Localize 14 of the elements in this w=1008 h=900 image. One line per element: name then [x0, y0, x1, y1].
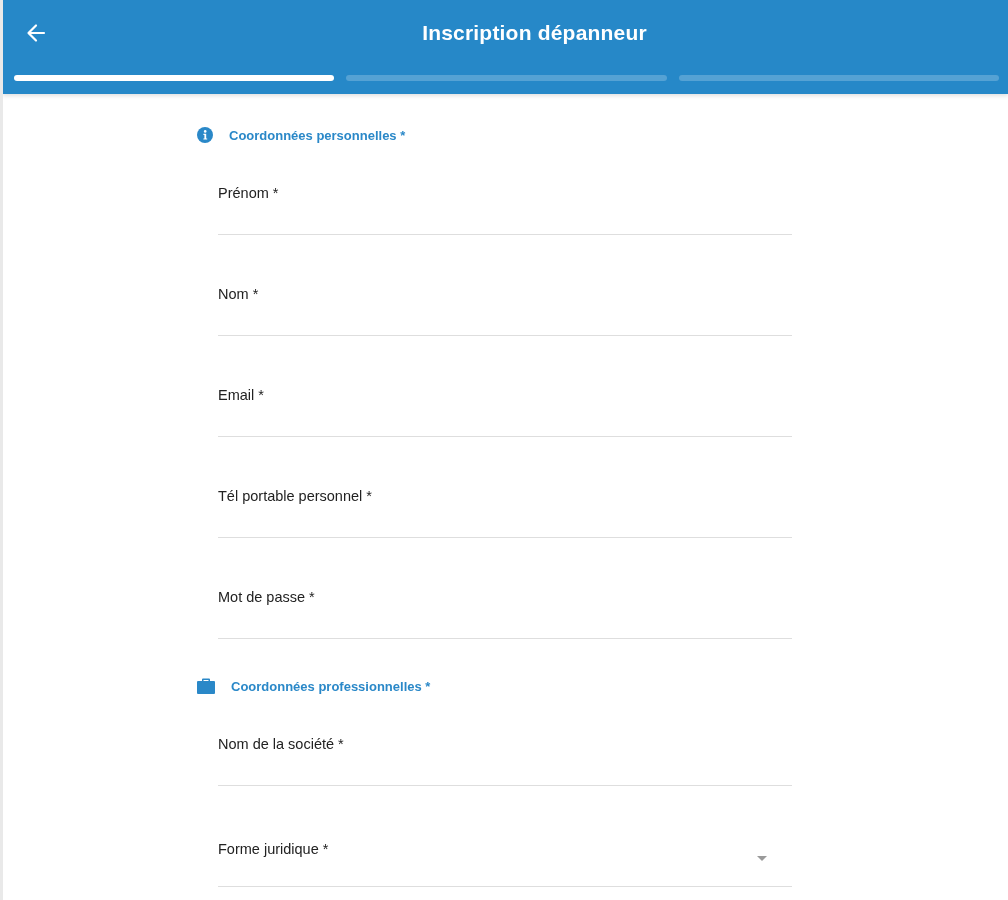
- page-title: Inscription dépanneur: [422, 21, 647, 45]
- info-icon: [197, 127, 213, 143]
- briefcase-icon: [197, 678, 215, 694]
- section-heading: Coordonnées personnelles *: [229, 127, 406, 143]
- text-field[interactable]: Nom *: [218, 279, 792, 336]
- dropdown-field[interactable]: Forme juridique *: [218, 830, 792, 887]
- text-field[interactable]: Tél portable personnel *: [218, 481, 792, 538]
- text-field[interactable]: Nom de la société *: [218, 729, 792, 786]
- text-field[interactable]: Prénom *: [218, 178, 792, 235]
- caret-icon: [757, 856, 767, 861]
- section-heading: Coordonnées professionnelles *: [231, 678, 431, 694]
- text-field[interactable]: Email *: [218, 380, 792, 437]
- text-field[interactable]: Mot de passe *: [218, 582, 792, 639]
- back-arrow-icon: [26, 23, 46, 43]
